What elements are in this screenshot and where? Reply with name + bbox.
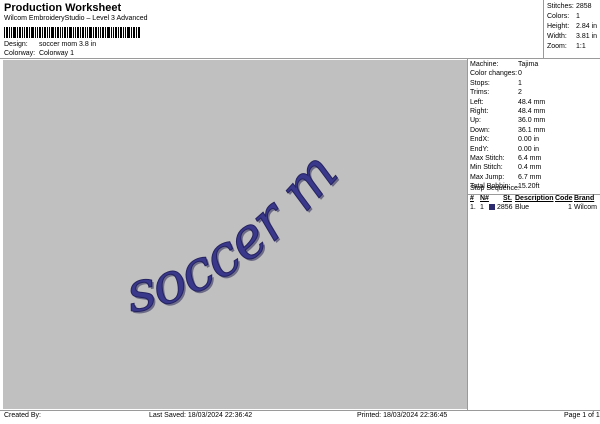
info-row: Min Stitch: 0.4 mm	[470, 163, 545, 172]
info-row: EndY: 0.00 in	[470, 145, 545, 154]
col-num: #	[470, 195, 474, 202]
info-value: 36.0 mm	[518, 117, 546, 125]
design-preview: soccer mom soccer mom	[0, 9, 353, 329]
info-label: Down:	[470, 126, 490, 134]
design-text: soccer mom	[0, 9, 351, 327]
colorway-row: Colorway: Colorway 1	[4, 50, 74, 57]
footer: Created By: Last Saved: 18/03/2024 22:36…	[0, 410, 600, 424]
stat-label: Height:	[547, 23, 570, 30]
info-value: Tajima	[518, 61, 539, 68]
design-label: Design:	[4, 41, 28, 48]
info-row: Left: 48.4 mm	[470, 98, 545, 107]
stat-zoom: Zoom: 1:1	[547, 42, 597, 52]
info-value: 0.4 mm	[518, 164, 542, 172]
row-n: 1	[480, 204, 484, 211]
header-divider	[0, 58, 600, 59]
info-label: Trims:	[470, 89, 490, 97]
software-subtitle: Wilcom EmbroideryStudio – Level 3 Advanc…	[4, 15, 148, 22]
info-label: EndY:	[470, 145, 489, 153]
info-value: 0	[518, 70, 522, 78]
info-value: 1	[518, 79, 522, 87]
svg-text:soccer mom: soccer mom	[3, 60, 351, 326]
info-row: Right: 48.4 mm	[470, 107, 545, 116]
stat-value: 1:1	[576, 43, 586, 50]
stop-sequence-title: Stop Sequence:	[470, 185, 520, 192]
design-value: soccer mom 3.8 in	[38, 41, 97, 48]
color-swatch	[489, 204, 495, 211]
info-label: Stops:	[470, 79, 490, 87]
info-label: Min Stitch:	[470, 164, 503, 172]
info-row: Max Jump: 6.7 mm	[470, 173, 545, 182]
created-by: Created By:	[4, 412, 41, 419]
row-num: 1.	[470, 204, 476, 211]
info-value: 48.4 mm	[518, 98, 546, 106]
info-value: 2	[518, 89, 522, 97]
info-value: 0.00 in	[518, 145, 540, 153]
info-label: Up:	[470, 117, 481, 125]
printed-date: Printed: 18/03/2024 22:36:45	[357, 412, 448, 419]
stat-label: Colors:	[547, 13, 570, 20]
row-code: 1	[568, 204, 572, 211]
stats-divider	[543, 0, 544, 58]
page-title: Production Worksheet	[4, 2, 122, 14]
stat-value: 2858	[576, 3, 592, 10]
row-description: Blue	[515, 204, 530, 211]
stat-value: 1	[576, 13, 580, 20]
stat-width: Width: 3.81 in	[547, 32, 597, 42]
col-brand: Brand	[574, 195, 595, 202]
info-label: Machine:	[470, 61, 499, 68]
info-row: Max Stitch: 6.4 mm	[470, 154, 545, 163]
info-label: Right:	[470, 107, 489, 115]
info-label: Left:	[470, 98, 484, 106]
colorway-label: Colorway:	[4, 50, 36, 57]
info-value: 0.00 in	[518, 136, 540, 144]
info-row: Stops: 1	[470, 79, 545, 88]
stat-value: 2.84 in	[576, 23, 598, 30]
info-row: Color changes:0	[470, 69, 545, 78]
page-number: Page 1 of 1	[564, 412, 600, 419]
design-canvas[interactable]: soccer mom soccer mom	[0, 9, 467, 409]
col-n: N#	[480, 195, 489, 202]
info-label: Max Stitch:	[470, 154, 505, 162]
info-row: Down: 36.1 mm	[470, 126, 545, 135]
panel-divider	[467, 58, 468, 410]
info-value: 6.7 mm	[518, 173, 542, 181]
stat-stitches: Stitches: 2858	[547, 2, 597, 12]
info-row: Machine: Tajima	[470, 60, 545, 69]
info-row: Trims: 2	[470, 88, 545, 97]
row-brand: Wilcom	[574, 204, 597, 211]
machine-info-panel: Machine: Tajima Color changes:0 Stops: 1 T…	[470, 60, 545, 191]
barcode-icon	[4, 27, 140, 38]
stat-label: Width:	[547, 33, 567, 40]
info-label: Color changes:	[470, 70, 518, 78]
design-row: Design: soccer mom 3.8 in	[4, 41, 96, 48]
info-label: Max Jump:	[470, 173, 505, 181]
info-row: EndX: 0.00 in	[470, 135, 545, 144]
info-value: 15.20ft	[518, 183, 540, 191]
stat-height: Height: 2.84 in	[547, 22, 597, 32]
colorway-value: Colorway 1	[38, 50, 74, 57]
info-row: Up: 36.0 mm	[470, 116, 545, 125]
stat-value: 3.81 in	[576, 33, 598, 40]
col-st: St.	[503, 195, 512, 202]
stats-panel: Stitches: 2858 Colors: 1 Height: 2.84 in Wi…	[547, 2, 597, 52]
info-value: 36.1 mm	[518, 126, 546, 134]
info-value: 6.4 mm	[518, 154, 542, 162]
info-value: 48.4 mm	[518, 107, 546, 115]
info-label: EndX:	[470, 136, 490, 144]
stat-colors: Colors: 1	[547, 12, 597, 22]
stat-label: Stitches:	[547, 3, 574, 10]
stat-label: Zoom:	[547, 43, 567, 50]
row-st: 2856	[497, 204, 513, 211]
last-saved: Last Saved: 18/03/2024 22:36:42	[149, 412, 253, 419]
col-code: Code	[555, 195, 573, 202]
col-description: Description	[515, 195, 554, 202]
